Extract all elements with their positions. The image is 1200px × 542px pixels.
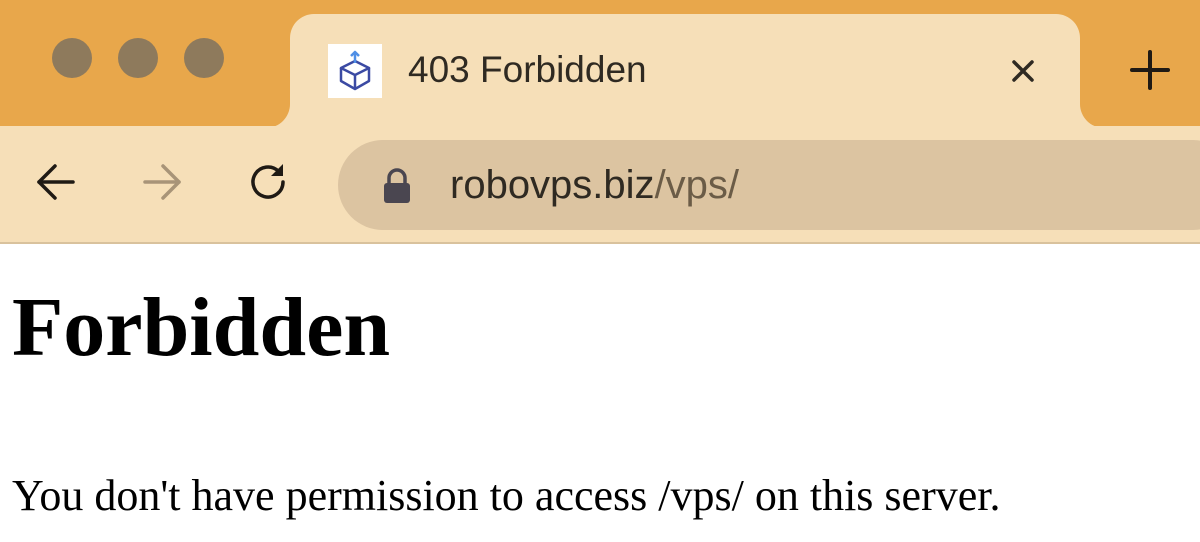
arrow-right-icon[interactable] — [136, 156, 188, 208]
lock-icon[interactable] — [380, 166, 414, 206]
window-zoom-dot[interactable] — [184, 38, 224, 78]
address-bar[interactable]: robovps.biz/vps/ — [338, 140, 1200, 230]
page-content: Forbidden You don't have permission to a… — [0, 246, 1200, 542]
close-icon[interactable] — [1004, 52, 1042, 90]
window-minimize-dot[interactable] — [118, 38, 158, 78]
tab-corner-left — [266, 104, 290, 128]
arrow-left-icon[interactable] — [30, 156, 82, 208]
url-path: /vps/ — [654, 163, 740, 207]
plus-icon[interactable] — [1124, 44, 1176, 96]
box-upload-icon — [328, 44, 382, 98]
url-host: robovps.biz — [450, 163, 655, 207]
browser-titlebar: 403 Forbidden — [0, 0, 1200, 128]
reload-icon[interactable] — [242, 156, 294, 208]
tab-corner-right — [1080, 104, 1104, 128]
url-text[interactable]: robovps.biz/vps/ — [450, 160, 739, 210]
tab-title: 403 Forbidden — [408, 49, 647, 90]
page-title: Forbidden — [12, 281, 391, 374]
error-message: You don't have permission to access /vps… — [12, 471, 1001, 520]
active-tab[interactable]: 403 Forbidden — [266, 14, 1104, 128]
window-close-dot[interactable] — [52, 38, 92, 78]
